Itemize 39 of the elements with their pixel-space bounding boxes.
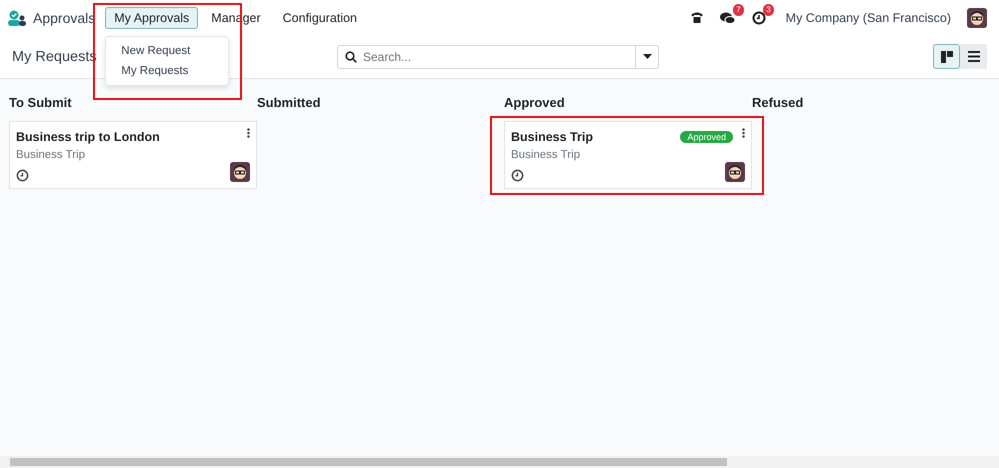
search-input[interactable]: Search... <box>357 50 635 64</box>
avatar-icon <box>230 162 250 182</box>
card-title: Business Trip <box>511 130 593 144</box>
app-logo-icon[interactable] <box>8 10 26 26</box>
card-title: Business trip to London <box>16 130 160 144</box>
list-icon <box>968 51 980 62</box>
dropdown-item[interactable]: My Requests <box>106 60 228 80</box>
dropdown-item[interactable]: New Request <box>106 40 228 60</box>
search-icon <box>345 50 357 62</box>
company-name[interactable]: My Company (San Francisco) <box>786 10 951 24</box>
menu-item[interactable]: My Approvals <box>105 6 198 28</box>
kanban-view-button[interactable] <box>933 44 960 69</box>
scrollbar-thumb[interactable] <box>10 458 727 466</box>
chat-icon[interactable] <box>720 10 736 24</box>
clock-icon[interactable] <box>752 10 766 24</box>
column-title: Submitted <box>257 94 322 112</box>
request-card[interactable]: Business trip to London Business Trip <box>9 121 257 189</box>
kanban-icon <box>940 50 952 62</box>
card-category: Business Trip <box>511 149 582 161</box>
clock-icon[interactable] <box>16 169 29 182</box>
notification-count: 7 <box>733 4 744 16</box>
column-title: Approved <box>504 94 566 112</box>
more-icon[interactable] <box>247 128 250 138</box>
avatar-icon <box>967 8 987 28</box>
clock-icon[interactable] <box>511 169 524 182</box>
caret-icon[interactable] <box>642 54 652 59</box>
status-badge: Approved <box>680 131 733 143</box>
phone-icon[interactable] <box>690 11 704 24</box>
menu-item[interactable]: Configuration <box>274 6 366 28</box>
avatar-icon <box>725 162 745 182</box>
column-title: To Submit <box>9 94 73 112</box>
column-title: Refused <box>752 94 804 112</box>
app-name[interactable]: Approvals <box>33 10 96 26</box>
list-view-button[interactable] <box>960 44 987 69</box>
request-card[interactable]: Business Trip Approved Business Trip <box>504 121 752 189</box>
more-icon[interactable] <box>742 128 745 138</box>
notification-count: 3 <box>763 4 774 16</box>
search-field[interactable]: Search... <box>337 44 659 68</box>
card-category: Business Trip <box>16 149 86 161</box>
